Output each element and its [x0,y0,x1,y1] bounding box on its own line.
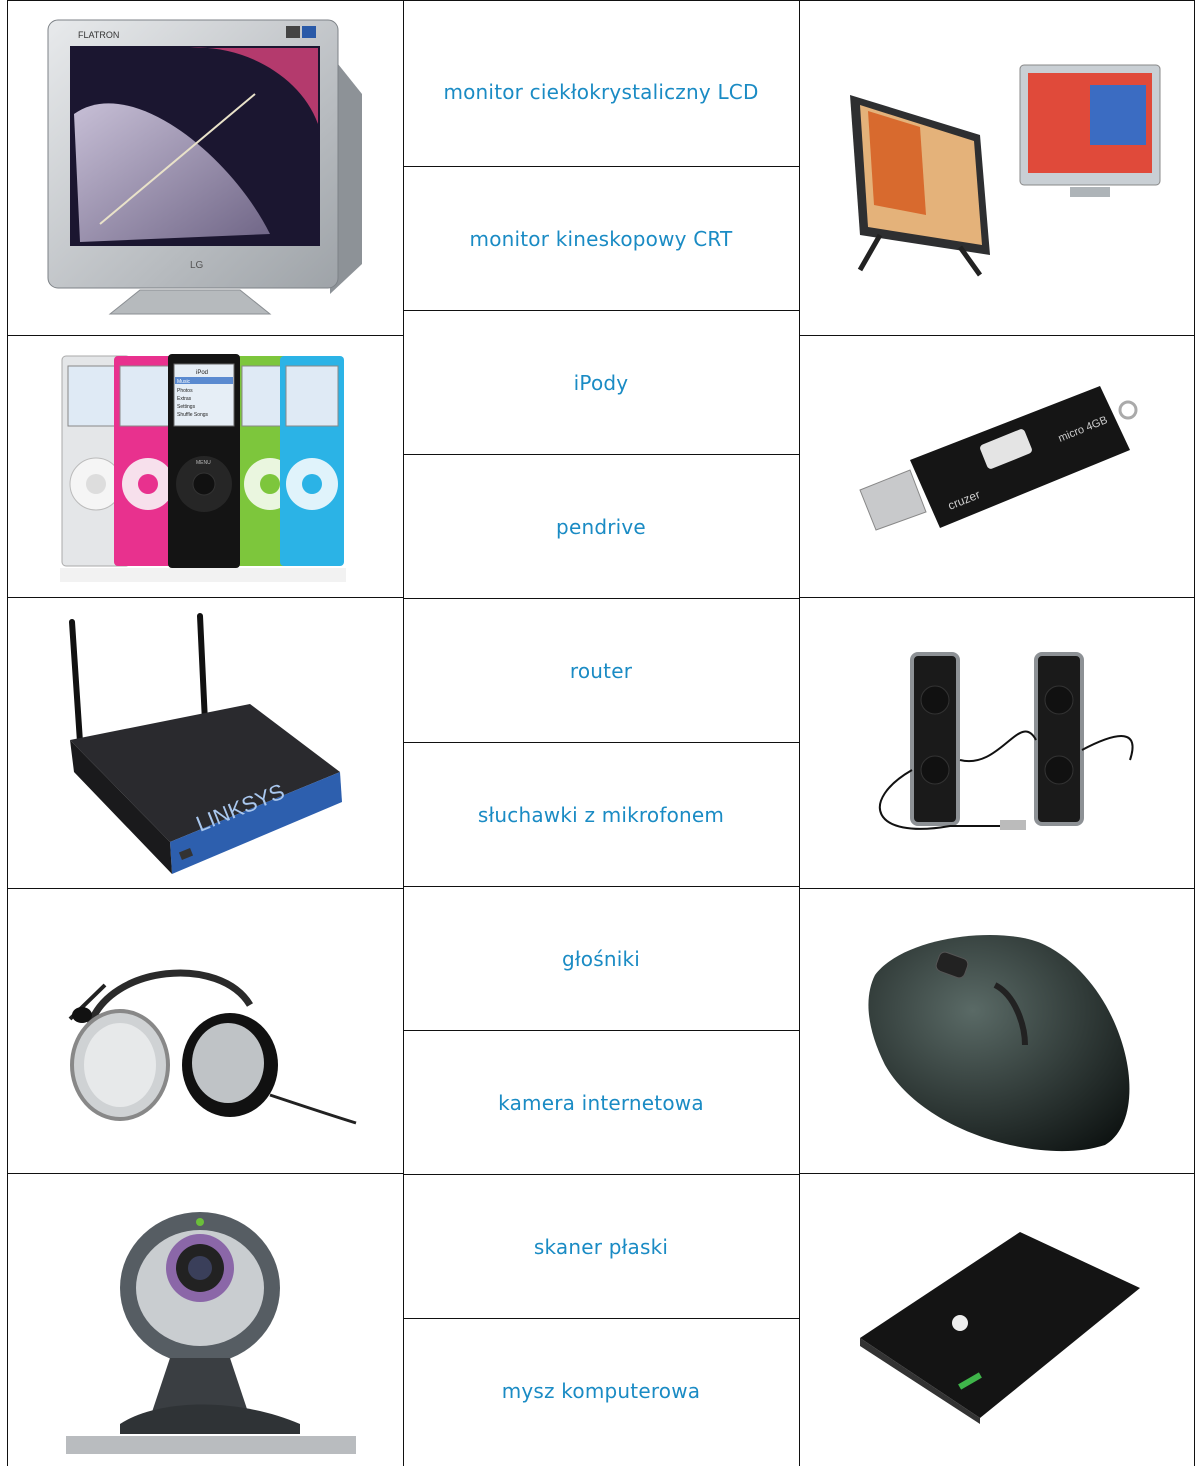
ipod-screen-title: iPod [196,370,208,376]
row-separator [7,335,404,336]
label-pendrive: pendrive [556,514,646,539]
row-separator [799,1173,1195,1174]
crt-brand-text: FLATRON [78,30,119,40]
ipod-black: iPod Music Photos Extras Settings Shuffl… [168,354,240,568]
label-speakers: głośniki [561,946,640,971]
label-ipods: iPody [573,370,629,395]
table-divider-2 [799,0,800,1466]
mouse-photo [845,915,1155,1157]
crt-logo-text: LG [190,260,204,271]
table-border-top [7,0,1195,1]
ipod-blue [280,356,344,566]
label-scanner: skaner płaski [533,1234,669,1259]
ipod-menu-item: Extras [177,396,192,402]
ipod-menu-item: Music [177,379,191,385]
label-lcd-monitor: monitor ciekłokrystaliczny LCD [443,80,759,104]
row-separator [799,335,1195,336]
ipod-menu-item: Photos [177,388,193,394]
scanner-photo [850,1228,1150,1424]
crt-monitor-photo: FLATRON LG [40,14,370,324]
router-photo: LINKSYS [50,612,350,878]
ipod-menu-item: Settings [177,404,196,410]
table-border-left [7,0,8,1466]
row-separator [7,888,404,889]
pendrive-photo: cruzer micro 4GB [850,370,1150,570]
webcam-photo [60,1188,360,1456]
ipods-photo: iPod Music Photos Extras Settings Shuffl… [50,352,350,584]
row-separator [799,597,1195,598]
label-headset: słuchawki z mikrofonem [477,802,725,827]
row-separator [799,888,1195,889]
label-crt-monitor: monitor kineskopowy CRT [469,226,733,251]
label-router: router [569,658,633,683]
headset-photo [50,945,358,1145]
lcd-monitors-photo [840,55,1170,277]
label-webcam: kamera internetowa [498,1090,704,1115]
speakers-photo [850,650,1150,850]
ipod-wheel-text: MENU [196,460,211,466]
row-separator [7,597,404,598]
label-mouse: mysz komputerowa [501,1378,701,1403]
row-separator [7,1173,404,1174]
ipod-menu-item: Shuffle Songs [177,412,209,418]
